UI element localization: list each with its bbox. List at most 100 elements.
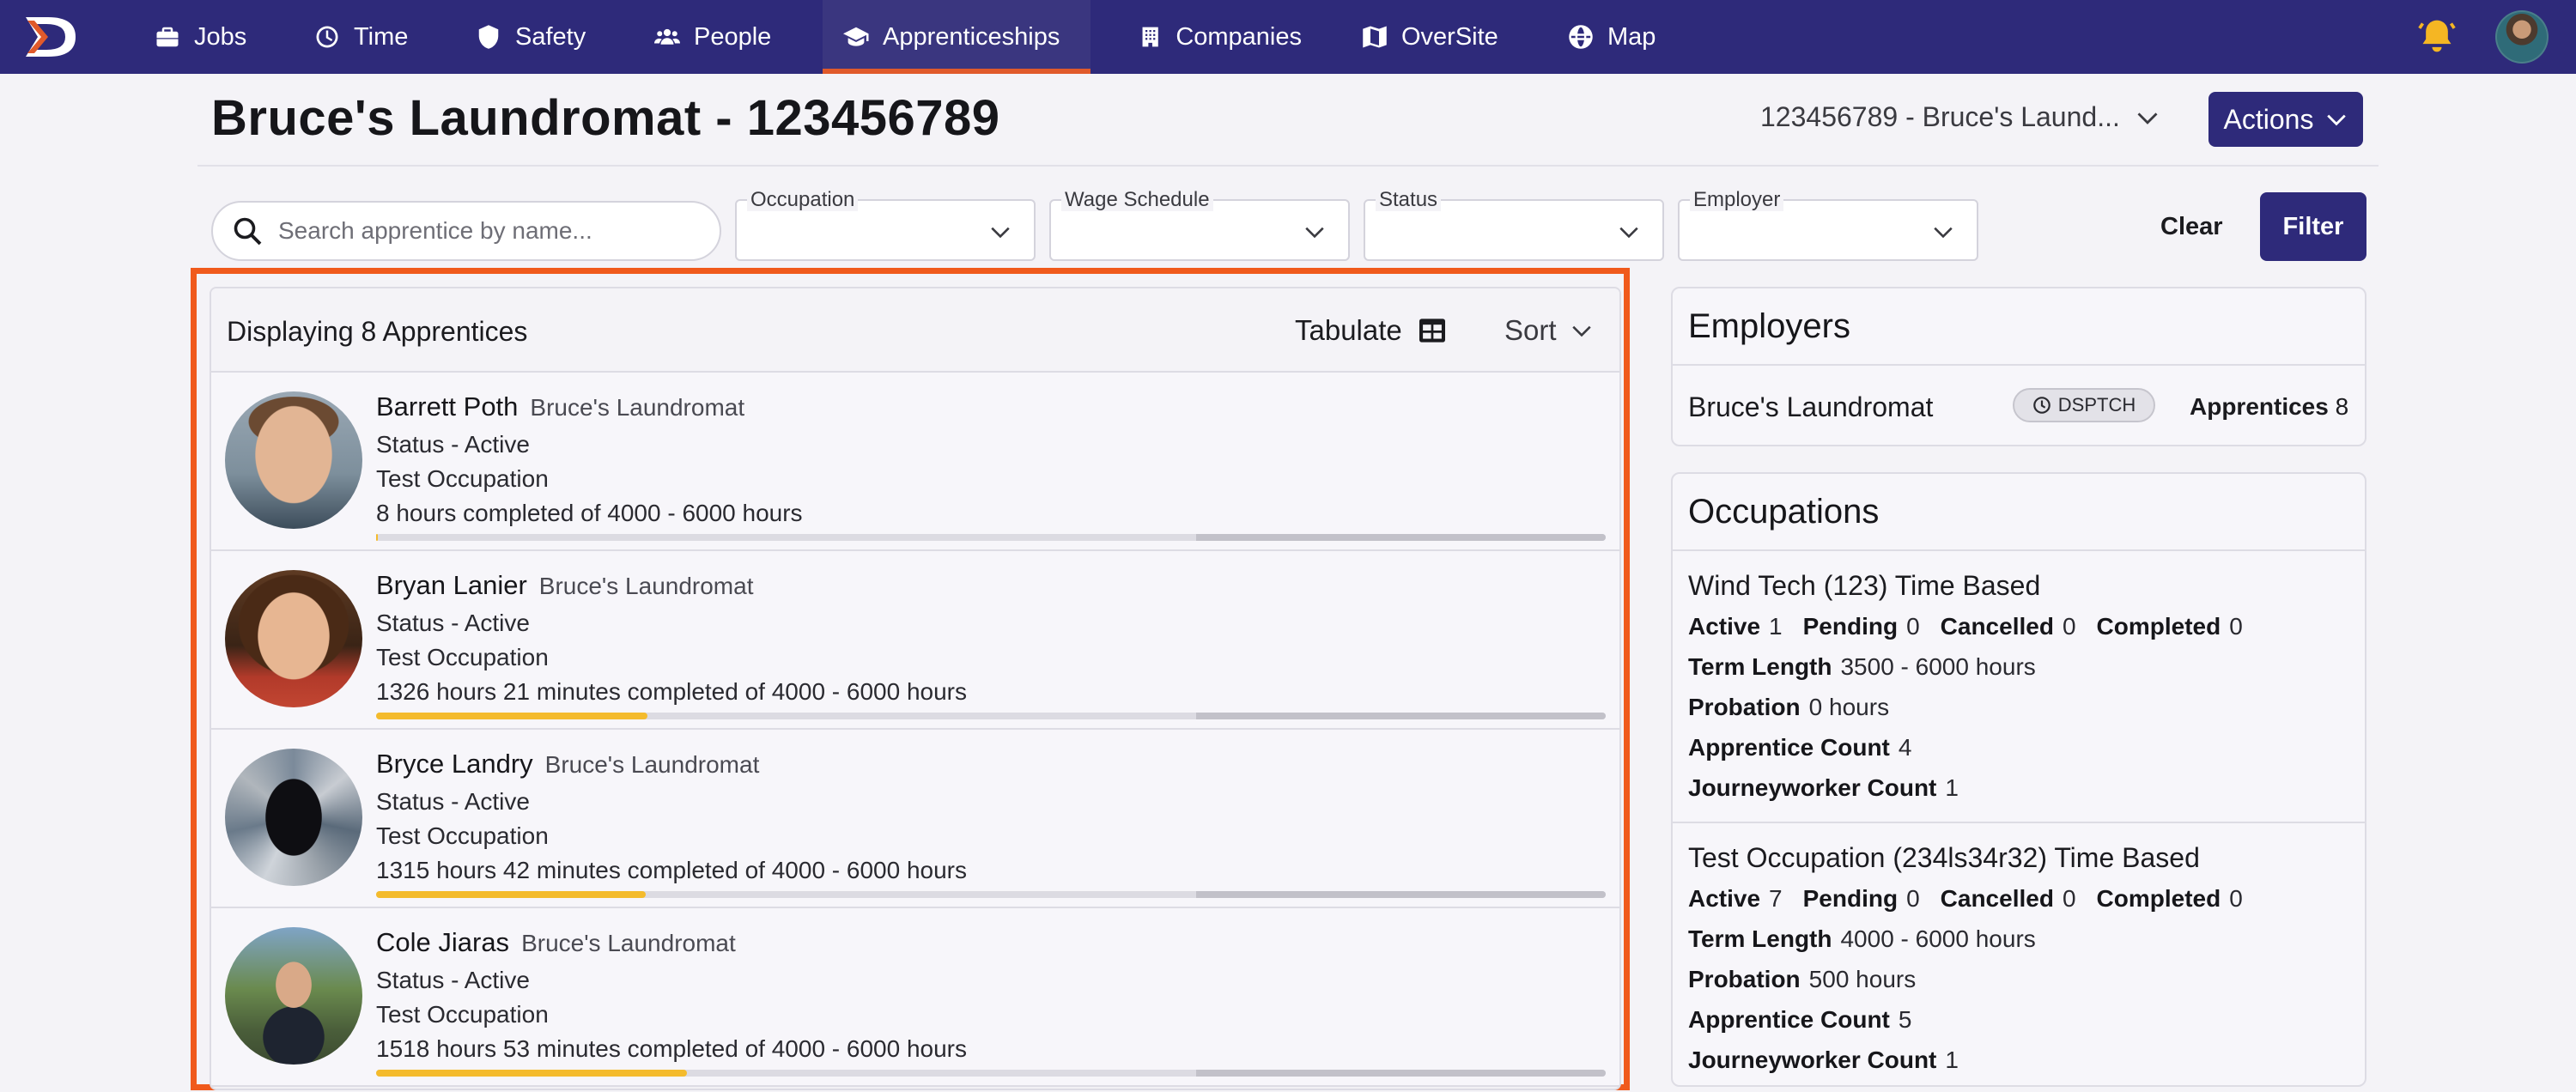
apprentice-row[interactable]: Barrett Poth Bruce's Laundromat Status - … [211,373,1619,551]
pending-label: Pending [1802,613,1899,640]
tabulate-button[interactable]: Tabulate [1295,314,1447,347]
sort-label: Sort [1504,314,1557,346]
clear-button[interactable]: Clear [2160,213,2223,241]
wage-schedule-select-label: Wage Schedule [1061,189,1213,211]
apprentice-photo [225,570,362,707]
apprentice-employer: Bruce's Laundromat [530,394,745,421]
pending-label: Pending [1802,885,1899,912]
cancelled-label: Cancelled [1940,885,2054,912]
employers-panel: Employers Bruce's Laundromat DSPTCH Appr… [1671,287,2366,446]
apprentice-photo [225,927,362,1065]
nav-apprenticeships[interactable]: Apprenticeships [823,0,1091,74]
occupation-select[interactable]: Occupation [735,189,1036,261]
nav-time-label: Time [354,22,409,51]
dispatch-logo-icon[interactable] [22,14,82,60]
employer-count-label: Apprentices [2190,393,2329,420]
nav-oversite[interactable]: OverSite [1362,0,1508,74]
header-divider [197,165,2379,167]
apprentice-hours: 1315 hours 42 minutes completed of 4000 … [376,857,968,883]
nav-jobs[interactable]: Jobs [155,0,268,74]
nav-map-label: Map [1607,22,1656,51]
employer-count-value: 8 [2335,393,2349,420]
probation-label: Probation [1688,966,1801,992]
term-length-label: Term Length [1688,925,1832,952]
progress-bar [376,713,1606,719]
scope-selector-label: 123456789 - Bruce's Laund... [1760,101,2120,132]
probation-label: Probation [1688,694,1801,720]
apprentice-occupation: Test Occupation [376,465,549,492]
occupation-name: Wind Tech (123) Time Based [1688,570,2041,601]
filter-button[interactable]: Filter [2260,192,2366,261]
apprentice-row[interactable]: Bryan Lanier Bruce's Laundromat Status - … [211,551,1619,730]
apprentice-status: Status - Active [376,967,530,993]
nav-companies-label: Companies [1176,22,1302,51]
pending-value: 0 [1906,885,1920,912]
progress-fill [376,713,648,719]
tabulate-label: Tabulate [1295,314,1402,346]
active-value: 1 [1769,613,1783,640]
apprentice-hours: 8 hours completed of 4000 - 6000 hours [376,500,803,526]
sort-dropdown[interactable]: Sort [1504,314,1593,347]
nav-people-label: People [694,22,772,51]
apprentice-employer: Bruce's Laundromat [521,930,736,956]
progress-fill [376,534,378,541]
nav-time[interactable]: Time [314,0,417,74]
employer-select[interactable]: Employer [1678,189,1978,261]
nav-companies[interactable]: Companies [1139,0,1302,74]
building-icon [1142,27,1158,47]
actions-button[interactable]: Actions [2208,92,2363,147]
apprentice-occupation: Test Occupation [376,822,549,849]
occupation-name: Test Occupation (234ls34r32) Time Based [1688,842,2200,873]
wage-schedule-select[interactable]: Wage Schedule [1049,189,1350,261]
actions-button-label: Actions [2223,103,2314,135]
apprentice-status: Status - Active [376,788,530,815]
progress-bar [376,534,1606,541]
apprentice-row[interactable]: Cole Jiaras Bruce's Laundromat Status - A… [211,908,1619,1087]
apprentice-name: Cole Jiaras [376,927,510,957]
nav-safety[interactable]: Safety [476,0,596,74]
map-folded-icon [1363,26,1387,48]
apprentice-hours: 1518 hours 53 minutes completed of 4000 … [376,1035,968,1062]
apprentice-row[interactable]: Bryce Landry Bruce's Laundromat Status - … [211,730,1619,908]
user-avatar[interactable] [2495,10,2549,64]
progress-minimum-marker [1196,713,1606,719]
apprentice-count-value: 4 [1898,734,1912,761]
search-input[interactable] [278,217,673,245]
graduation-cap-icon [843,27,869,46]
top-navbar: Jobs Time Safety People Apprenticeships … [0,0,2576,74]
table-icon [1419,318,1445,343]
scope-selector[interactable]: 123456789 - Bruce's Laund... [1760,101,2160,133]
shield-icon [478,25,499,49]
occupation-item[interactable]: Wind Tech (123) Time Based Active 1 Pendin… [1673,551,2365,823]
nav-apprenticeships-label: Apprenticeships [883,22,1060,51]
chevron-down-icon [1305,227,1324,239]
apprentice-employer: Bruce's Laundromat [538,573,754,599]
apprentice-hours: 1326 hours 21 minutes completed of 4000 … [376,678,968,705]
dispatch-badge-label: DSPTCH [2057,394,2136,416]
apprentice-count: Displaying 8 Apprentices [227,316,528,347]
apprentice-list-header: Displaying 8 Apprentices Tabulate Sort [211,288,1619,373]
nav-map[interactable]: Map [1568,0,1662,74]
apprentice-occupation: Test Occupation [376,1001,549,1028]
nav-jobs-label: Jobs [194,22,247,51]
term-length-value: 4000 - 6000 hours [1840,925,2036,952]
nav-safety-label: Safety [515,22,586,51]
nav-people[interactable]: People [654,0,783,74]
status-select[interactable]: Status [1364,189,1664,261]
notification-bell-icon[interactable] [2418,17,2456,55]
employer-row[interactable]: Bruce's Laundromat DSPTCH Apprentices 8 [1673,366,2365,445]
search-box[interactable] [211,201,721,261]
occupation-item[interactable]: Test Occupation (234ls34r32) Time Based … [1673,823,2365,1085]
apprentice-name: Bryce Landry [376,749,533,779]
probation-value: 500 hours [1808,966,1917,992]
apprentice-employer: Bruce's Laundromat [544,751,760,778]
occupations-panel: Occupations Wind Tech (123) Time Based A… [1671,472,2366,1087]
briefcase-icon [156,27,179,47]
progress-fill [376,1070,688,1077]
progress-bar [376,1070,1606,1077]
completed-value: 0 [2229,885,2243,912]
occupations-title: Occupations [1673,474,2365,551]
cancelled-value: 0 [2062,613,2076,640]
people-icon [654,28,680,45]
chevron-down-icon [2327,114,2347,126]
